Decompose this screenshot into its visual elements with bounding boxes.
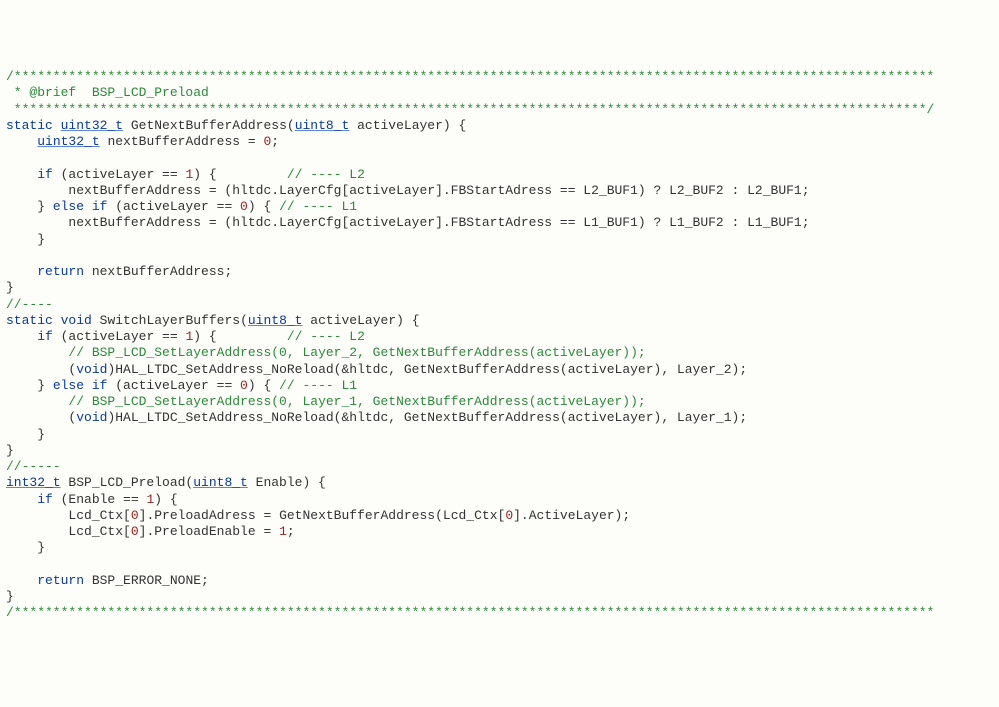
- comment-line: * @brief BSP_LCD_Preload: [6, 85, 209, 100]
- text: [6, 573, 37, 588]
- number: 0: [131, 524, 139, 539]
- number: 0: [131, 508, 139, 523]
- text: ) {: [193, 167, 287, 182]
- text: [6, 167, 37, 182]
- text: }: [6, 427, 45, 442]
- text: [6, 329, 37, 344]
- text: ) {: [248, 199, 279, 214]
- text: nextBufferAddress;: [84, 264, 232, 279]
- text: SwitchLayerBuffers(: [92, 313, 248, 328]
- text: ;: [271, 134, 279, 149]
- text: ].PreloadAdress = GetNextBufferAddress(L…: [139, 508, 506, 523]
- text: (activeLayer ==: [53, 329, 186, 344]
- text: }: [6, 540, 45, 555]
- comment-line: /***************************************…: [6, 605, 934, 620]
- text: ) {: [154, 492, 177, 507]
- text: GetNextBufferAddress(: [123, 118, 295, 133]
- text: }: [6, 280, 14, 295]
- text: Lcd_Ctx[: [6, 524, 131, 539]
- text: activeLayer) {: [349, 118, 466, 133]
- keyword: if: [37, 167, 53, 182]
- text: }: [6, 232, 45, 247]
- text: nextBufferAddress = (hltdc.LayerCfg[acti…: [6, 215, 810, 230]
- type: uint8_t: [193, 475, 248, 490]
- number: 0: [240, 378, 248, 393]
- text: (activeLayer ==: [53, 167, 186, 182]
- text: ) {: [248, 378, 279, 393]
- text: }: [6, 199, 53, 214]
- comment: // BSP_LCD_SetLayerAddress(0, Layer_2, G…: [68, 345, 645, 360]
- comment-line: ****************************************…: [6, 102, 934, 117]
- type: uint8_t: [295, 118, 350, 133]
- text: }: [6, 378, 53, 393]
- text: [53, 118, 61, 133]
- number: 0: [240, 199, 248, 214]
- keyword: void: [61, 313, 92, 328]
- text: ].ActiveLayer);: [513, 508, 630, 523]
- text: [6, 345, 68, 360]
- text: Lcd_Ctx[: [6, 508, 131, 523]
- text: (activeLayer ==: [107, 199, 240, 214]
- text: [53, 313, 61, 328]
- text: activeLayer) {: [302, 313, 419, 328]
- text: (activeLayer ==: [107, 378, 240, 393]
- keyword: static: [6, 118, 53, 133]
- keyword: static: [6, 313, 53, 328]
- type: int32_t: [6, 475, 61, 490]
- text: BSP_ERROR_NONE;: [84, 573, 209, 588]
- number: 1: [279, 524, 287, 539]
- keyword: else if: [53, 199, 108, 214]
- comment-line: /***************************************…: [6, 69, 934, 84]
- text: [6, 394, 68, 409]
- text: nextBufferAddress =: [100, 134, 264, 149]
- text: [6, 492, 37, 507]
- text: [6, 134, 37, 149]
- text: (: [6, 410, 76, 425]
- keyword: else if: [53, 378, 108, 393]
- keyword: if: [37, 492, 53, 507]
- comment: // ---- L2: [287, 167, 365, 182]
- text: ;: [287, 524, 295, 539]
- text: }: [6, 589, 14, 604]
- text: ].PreloadEnable =: [139, 524, 279, 539]
- keyword: if: [37, 329, 53, 344]
- type: uint32_t: [37, 134, 99, 149]
- number: 0: [505, 508, 513, 523]
- comment: // ---- L2: [287, 329, 365, 344]
- text: BSP_LCD_Preload(: [61, 475, 194, 490]
- text: nextBufferAddress = (hltdc.LayerCfg[acti…: [6, 183, 810, 198]
- comment: // BSP_LCD_SetLayerAddress(0, Layer_1, G…: [68, 394, 645, 409]
- text: ) {: [193, 329, 287, 344]
- keyword: return: [37, 573, 84, 588]
- text: Enable) {: [248, 475, 326, 490]
- code-block: /***************************************…: [6, 69, 993, 622]
- comment-line: //-----: [6, 459, 61, 474]
- text: }: [6, 443, 14, 458]
- type: uint32_t: [61, 118, 123, 133]
- comment-line: //----: [6, 297, 53, 312]
- text: (: [6, 362, 76, 377]
- keyword: void: [76, 362, 107, 377]
- text: )HAL_LTDC_SetAddress_NoReload(&hltdc, Ge…: [107, 362, 747, 377]
- comment: // ---- L1: [279, 199, 357, 214]
- type: uint8_t: [248, 313, 303, 328]
- keyword: void: [76, 410, 107, 425]
- text: [6, 264, 37, 279]
- text: )HAL_LTDC_SetAddress_NoReload(&hltdc, Ge…: [107, 410, 747, 425]
- keyword: return: [37, 264, 84, 279]
- text: (Enable ==: [53, 492, 147, 507]
- comment: // ---- L1: [279, 378, 357, 393]
